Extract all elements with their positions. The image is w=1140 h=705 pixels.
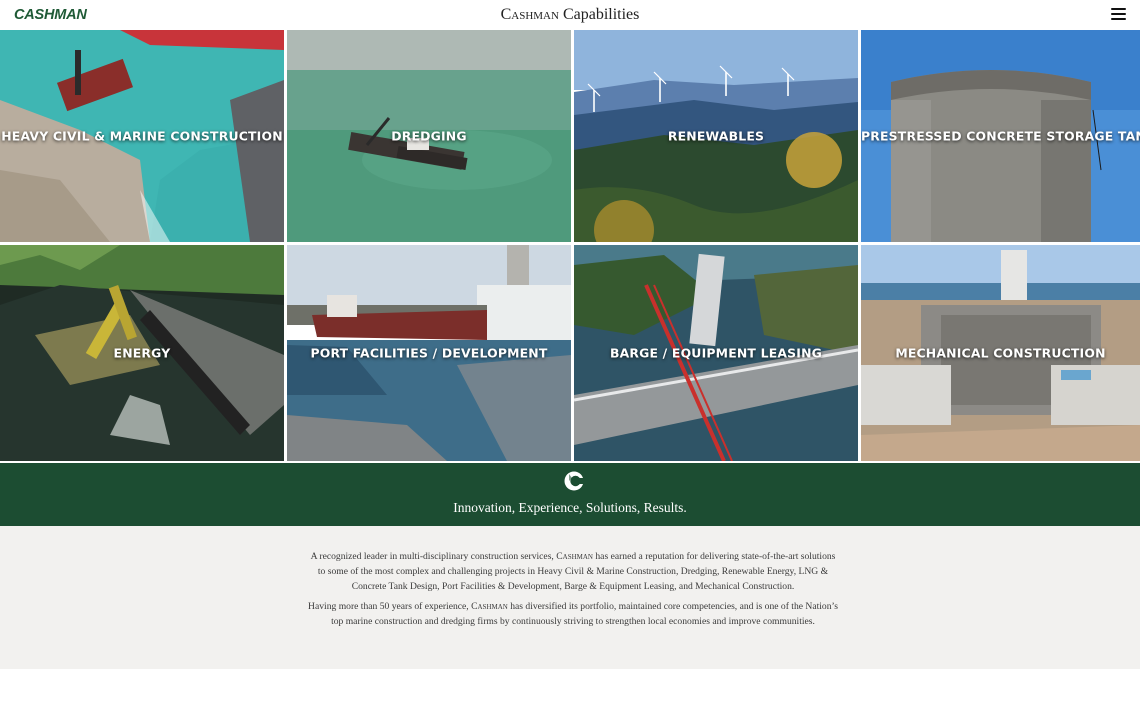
slogan-band: Innovation, Experience, Solutions, Resul… xyxy=(0,463,1140,526)
tile-label: HEAVY CIVIL & MARINE CONSTRUCTION xyxy=(1,128,283,144)
tile-dredging[interactable]: DREDGING xyxy=(287,30,571,242)
tile-label: RENEWABLES xyxy=(667,128,765,144)
hamburger-menu-icon[interactable] xyxy=(1111,8,1126,22)
tile-label: ENERGY xyxy=(113,345,171,361)
page-title: Cashman Capabilities xyxy=(0,6,1140,24)
page-title-brand: Cashman xyxy=(500,6,559,23)
tile-mechanical-construction[interactable]: MECHANICAL CONSTRUCTION xyxy=(861,245,1140,461)
tile-renewables[interactable]: RENEWABLES xyxy=(574,30,858,242)
about-text: A recognized leader in multi-disciplinar… xyxy=(310,551,557,562)
tile-energy[interactable]: ENERGY xyxy=(0,245,284,461)
about-paragraph-1: A recognized leader in multi-disciplinar… xyxy=(308,549,838,594)
tile-label: PORT FACILITIES / DEVELOPMENT xyxy=(310,345,548,361)
about-section: A recognized leader in multi-disciplinar… xyxy=(0,526,1140,669)
tile-label: DREDGING xyxy=(391,128,467,144)
page-title-rest: Capabilities xyxy=(558,6,640,23)
cashman-c-logo-icon xyxy=(564,471,585,491)
about-brand: Cashman xyxy=(471,601,508,612)
about-text: Having more than 50 years of experience, xyxy=(308,601,472,612)
tile-port-facilities[interactable]: PORT FACILITIES / DEVELOPMENT xyxy=(287,245,571,461)
tile-label: PRESTRESSED CONCRETE STORAGE TANKS xyxy=(861,128,1140,144)
tile-heavy-civil-marine[interactable]: HEAVY CIVIL & MARINE CONSTRUCTION xyxy=(0,30,284,242)
tile-label: BARGE / EQUIPMENT LEASING xyxy=(609,345,823,361)
tile-concrete-tanks[interactable]: PRESTRESSED CONCRETE STORAGE TANKS xyxy=(861,30,1140,242)
tile-label: MECHANICAL CONSTRUCTION xyxy=(895,345,1106,361)
site-header: CASHMAN Cashman Capabilities xyxy=(0,0,1140,30)
about-paragraph-2: Having more than 50 years of experience,… xyxy=(308,599,838,629)
company-slogan: Innovation, Experience, Solutions, Resul… xyxy=(453,500,687,515)
tile-barge-leasing[interactable]: BARGE / EQUIPMENT LEASING xyxy=(574,245,858,461)
about-brand: Cashman xyxy=(556,551,593,562)
